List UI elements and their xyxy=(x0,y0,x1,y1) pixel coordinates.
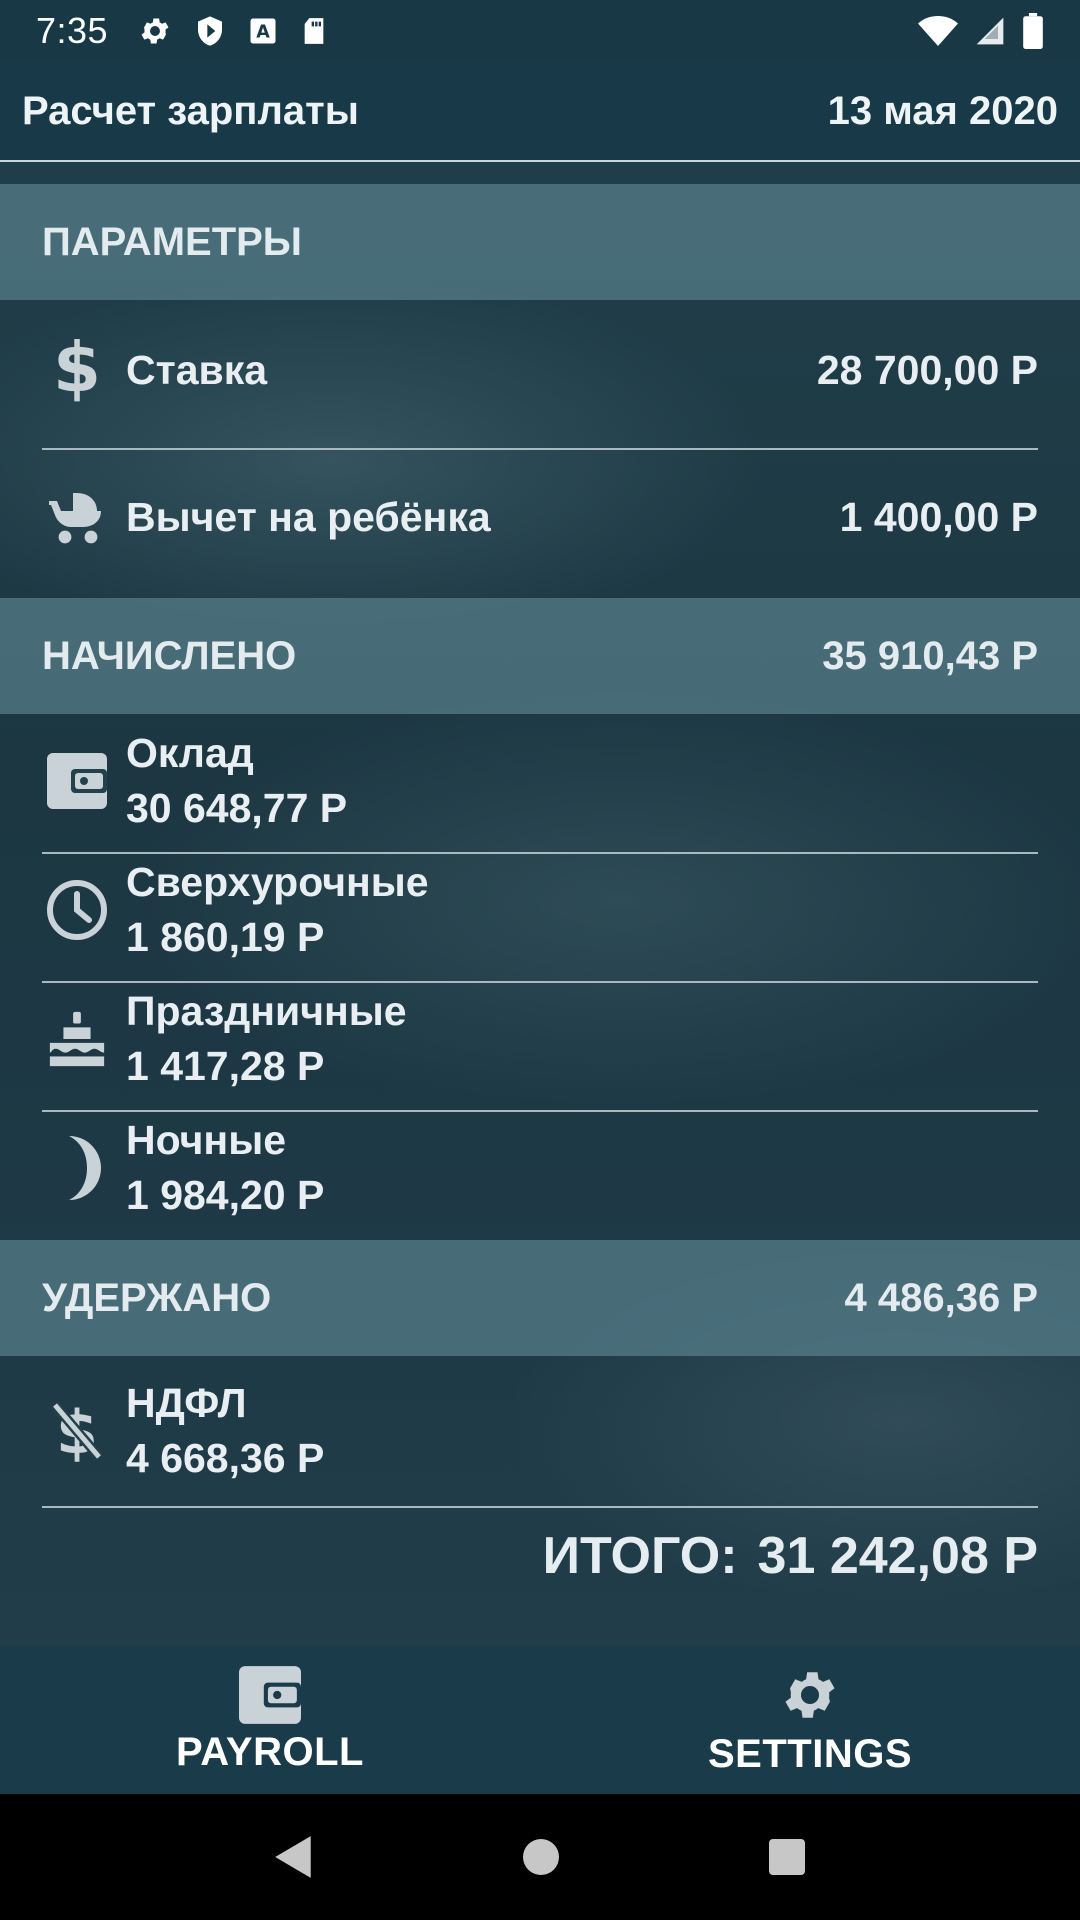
back-icon[interactable] xyxy=(273,1834,315,1880)
total-summary: ИТОГО: 31 242,08 Р xyxy=(543,1526,1038,1586)
section-total: 4 486,36 Р xyxy=(844,1275,1039,1320)
svg-text:A: A xyxy=(256,22,270,42)
divider xyxy=(42,1506,1038,1508)
dollar-icon: $ xyxy=(42,337,112,403)
gear-icon xyxy=(138,14,172,48)
accrual-label: Оклад xyxy=(126,730,254,776)
no-money-icon: $ xyxy=(42,1399,112,1463)
section-header-withheld: УДЕРЖАНО 4 486,36 Р xyxy=(0,1240,1080,1356)
deduction-row-tax[interactable]: $ НДФЛ 4 668,36 Р xyxy=(42,1366,1038,1496)
accrual-value: 1 984,20 Р xyxy=(126,1172,325,1218)
moon-icon xyxy=(42,1134,112,1202)
accrual-value: 30 648,77 Р xyxy=(126,785,348,831)
recents-icon[interactable] xyxy=(767,1837,807,1877)
stroller-icon xyxy=(42,488,112,546)
nav-label: PAYROLL xyxy=(176,1729,364,1774)
system-nav-bar xyxy=(0,1794,1080,1920)
signal-icon xyxy=(974,14,1006,48)
bottom-nav: PAYROLL SETTINGS xyxy=(0,1646,1080,1794)
section-header-parameters: ПАРАМЕТРЫ xyxy=(0,184,1080,300)
accrual-label: Ночные xyxy=(126,1117,287,1163)
deduction-label: НДФЛ xyxy=(126,1380,247,1426)
svg-text:$: $ xyxy=(54,337,100,403)
sd-card-icon xyxy=(300,15,328,47)
nav-item-payroll[interactable]: PAYROLL xyxy=(0,1646,540,1794)
section-total: 35 910,43 Р xyxy=(822,633,1038,678)
param-label: Вычет на ребёнка xyxy=(126,493,491,540)
accrual-value: 1 860,19 Р xyxy=(126,914,325,960)
gear-icon xyxy=(779,1664,841,1726)
cake-icon xyxy=(42,1007,112,1071)
battery-icon xyxy=(1022,13,1044,49)
home-icon[interactable] xyxy=(521,1837,561,1877)
total-value: 31 242,08 Р xyxy=(757,1527,1038,1585)
accrual-value: 1 417,28 Р xyxy=(126,1043,325,1089)
screen: 7:35 A Расчет зарплаты 13 мая 2020 ПАРАМ… xyxy=(0,0,1080,1920)
section-title: УДЕРЖАНО xyxy=(42,1275,272,1320)
app-bar: Расчет зарплаты 13 мая 2020 xyxy=(0,62,1080,162)
total-label: ИТОГО: xyxy=(542,1527,738,1585)
a-icon: A xyxy=(248,16,278,46)
payroll-content: ПАРАМЕТРЫ $ Ставка 28 700,00 Р Вычет на … xyxy=(0,164,1080,1646)
section-title: ПАРАМЕТРЫ xyxy=(42,219,302,264)
deduction-value: 4 668,36 Р xyxy=(126,1435,325,1481)
accrual-row-overtime[interactable]: Сверхурочные 1 860,19 Р xyxy=(42,846,1038,974)
param-value: 28 700,00 Р xyxy=(816,346,1038,393)
accrual-label: Сверхурочные xyxy=(126,859,429,905)
status-icons: A xyxy=(138,14,328,48)
section-header-accrued: НАЧИСЛЕНО 35 910,43 Р xyxy=(0,598,1080,714)
accrual-row-holiday[interactable]: Праздничные 1 417,28 Р xyxy=(42,975,1038,1103)
section-title: НАЧИСЛЕНО xyxy=(42,633,297,678)
accrual-row-salary[interactable]: Оклад 30 648,77 Р xyxy=(42,718,1038,844)
param-row-rate[interactable]: $ Ставка 28 700,00 Р xyxy=(42,300,1038,440)
clock-icon xyxy=(42,878,112,942)
wifi-icon xyxy=(918,14,958,48)
shield-icon xyxy=(194,14,226,48)
accrual-label: Праздничные xyxy=(126,988,407,1034)
status-bar: 7:35 A xyxy=(0,0,1080,62)
status-time: 7:35 xyxy=(36,10,109,51)
param-label: Ставка xyxy=(126,346,268,393)
nav-item-settings[interactable]: SETTINGS xyxy=(540,1646,1080,1794)
accrual-row-night[interactable]: Ночные 1 984,20 Р xyxy=(42,1104,1038,1232)
page-title: Расчет зарплаты xyxy=(22,88,359,133)
date-selector[interactable]: 13 мая 2020 xyxy=(828,89,1058,134)
param-row-child-deduction[interactable]: Вычет на ребёнка 1 400,00 Р xyxy=(42,450,1038,584)
wallet-icon xyxy=(239,1665,301,1724)
param-value: 1 400,00 Р xyxy=(839,493,1038,540)
wallet-icon xyxy=(42,752,112,810)
status-right xyxy=(918,13,1044,49)
nav-label: SETTINGS xyxy=(707,1731,913,1776)
